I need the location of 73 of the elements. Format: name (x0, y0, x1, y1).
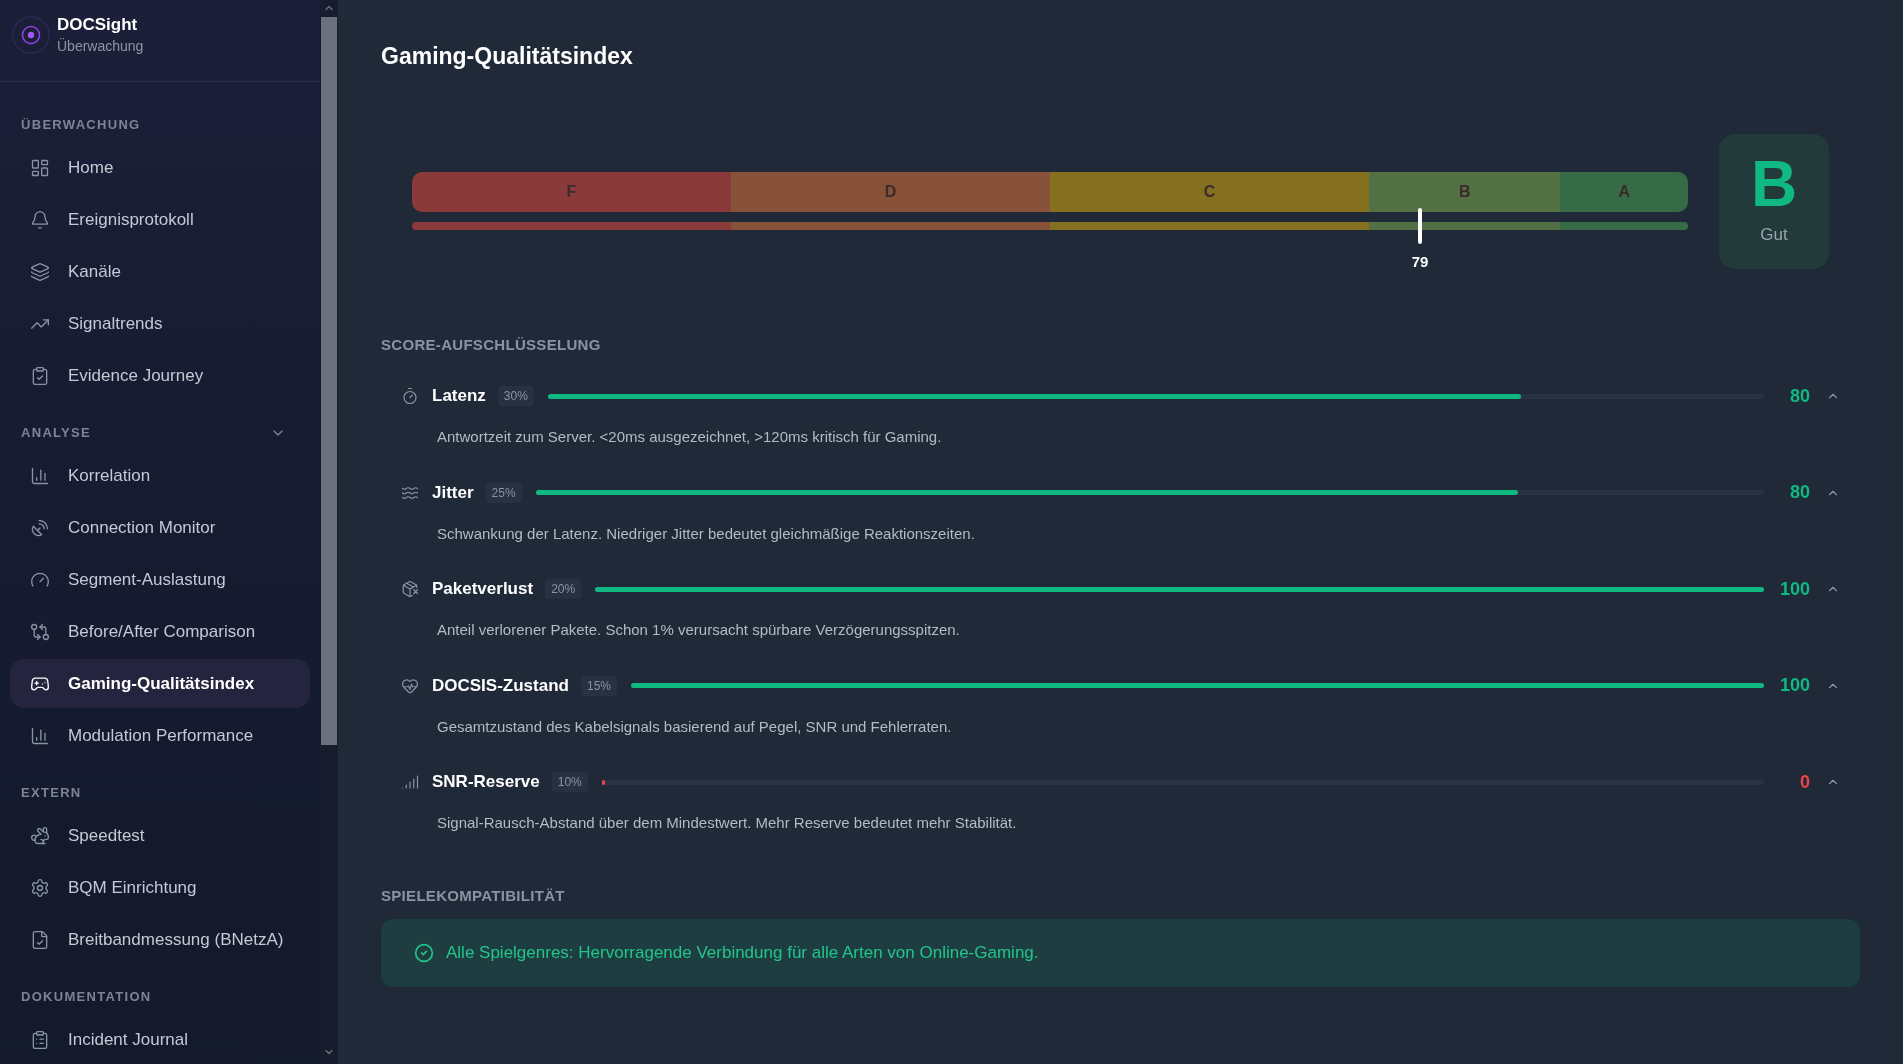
section-heading: EXTERN (21, 784, 82, 802)
score-reading: 79 (1411, 253, 1429, 271)
sidebar-item[interactable]: Before/After Comparison (10, 607, 310, 656)
metric-name: DOCSIS-Zustand (432, 674, 569, 697)
section-toggle[interactable]: ANALYSE (0, 424, 300, 442)
sidebar-item[interactable]: Speedtest (10, 811, 310, 860)
grade-label: Gut (1760, 224, 1788, 246)
scrollbar[interactable] (320, 0, 338, 1064)
sidebar-item[interactable]: Segment-Auslastung (10, 555, 310, 604)
weight-badge: 25% (485, 482, 522, 503)
metric-description: Antwortzeit zum Server. <20ms ausgezeichnet, >120ms kritisch für Gaming. (437, 427, 943, 447)
weight-badge: 10% (551, 772, 588, 792)
section-heading: DOKUMENTATION (21, 988, 152, 1006)
grade-segment: B (1369, 172, 1561, 212)
sidebar-item[interactable]: Kanäle (10, 247, 310, 296)
metric-name: Jitter (432, 481, 474, 504)
sidebar-item[interactable]: Signaltrends (10, 299, 310, 348)
clipboard-check-icon (30, 365, 50, 386)
compatibility-message: Alle Spielgenres: Hervorragende Verbindung für alle Arten von Online-Gaming. (446, 942, 1039, 965)
weight-badge: 30% (497, 386, 534, 406)
settings-icon (30, 877, 50, 898)
sidebar-item[interactable]: Korrelation (10, 451, 310, 500)
grade-segment: A (1560, 172, 1688, 212)
grade-segment: C (1050, 172, 1369, 212)
section-heading: SPIELEKOMPATIBILITÄT (381, 885, 565, 906)
metric-score: 100 (1778, 577, 1810, 601)
metric-description: Signal-Rausch-Abstand über dem Mindestwert. Mehr Reserve bedeutet mehr Stabilität. (437, 813, 1018, 833)
brand-subtitle: Überwachung (57, 36, 144, 56)
check-circle-icon (414, 943, 434, 963)
sidebar-item[interactable]: Modulation Performance (10, 711, 310, 760)
heart-pulse-icon (401, 676, 419, 695)
sidebar-item[interactable]: Home (10, 143, 310, 192)
satellite-dish-icon (30, 517, 50, 538)
grade-segment: F (412, 172, 731, 212)
sidebar-item[interactable]: Incident Journal (10, 1015, 310, 1064)
metric-description: Gesamtzustand des Kabelsignals basierend auf Pegel, SNR und Fehlerraten. (437, 716, 953, 737)
bell-icon (30, 209, 50, 230)
section-heading: ÜBERWACHUNG (21, 116, 141, 134)
brand-name: DOCSight (57, 13, 139, 36)
dashboard-icon (30, 157, 50, 178)
signal-bars-icon (401, 773, 419, 791)
scrollbar-thumb[interactable] (321, 17, 337, 745)
metric-name: Latenz (432, 385, 486, 408)
logo-icon (12, 15, 50, 54)
grade-segment: D (731, 172, 1050, 212)
metric-description: Anteil verlorener Pakete. Schon 1% verursacht spürbare Verzögerungsspitzen. (437, 620, 961, 640)
layers-icon (30, 261, 50, 282)
page-title: Gaming-Qualitätsindex (381, 42, 633, 71)
weight-badge: 15% (580, 675, 617, 696)
bar-chart-icon (30, 725, 50, 746)
section-heading: SCORE-AUFSCHLÜSSELUNG (381, 334, 601, 355)
metric-score: 80 (1788, 481, 1810, 504)
file-check-icon (30, 929, 50, 950)
metric-score: 80 (1788, 384, 1810, 408)
sidebar-item[interactable]: Connection Monitor (10, 503, 310, 552)
rabbit-icon (30, 825, 50, 846)
grade-letter: B (1750, 148, 1798, 220)
metric-score: 0 (1799, 770, 1810, 794)
sidebar-item[interactable]: Breitbandmessung (BNetzA) (10, 915, 310, 964)
clipboard-list-icon (30, 1029, 50, 1050)
sidebar-item[interactable]: Gaming-Qualitätsindex (10, 659, 310, 708)
compare-arrows-icon (30, 621, 50, 642)
metric-name: Paketverlust (432, 578, 534, 601)
package-x-icon (401, 580, 419, 598)
metric-description: Schwankung der Latenz. Niedriger Jitter bedeutet gleichmäßige Reaktionszeiten. (437, 523, 976, 544)
metric-score: 100 (1778, 674, 1810, 697)
sidebar-item[interactable]: BQM Einrichtung (10, 863, 310, 912)
sidebar-item[interactable]: Evidence Journey (10, 351, 310, 400)
bar-chart-icon (30, 465, 50, 486)
metric-name: SNR-Reserve (432, 771, 540, 794)
sidebar-item[interactable]: Ereignisprotokoll (10, 195, 310, 244)
stopwatch-icon (401, 387, 419, 405)
weight-badge: 20% (545, 579, 582, 599)
